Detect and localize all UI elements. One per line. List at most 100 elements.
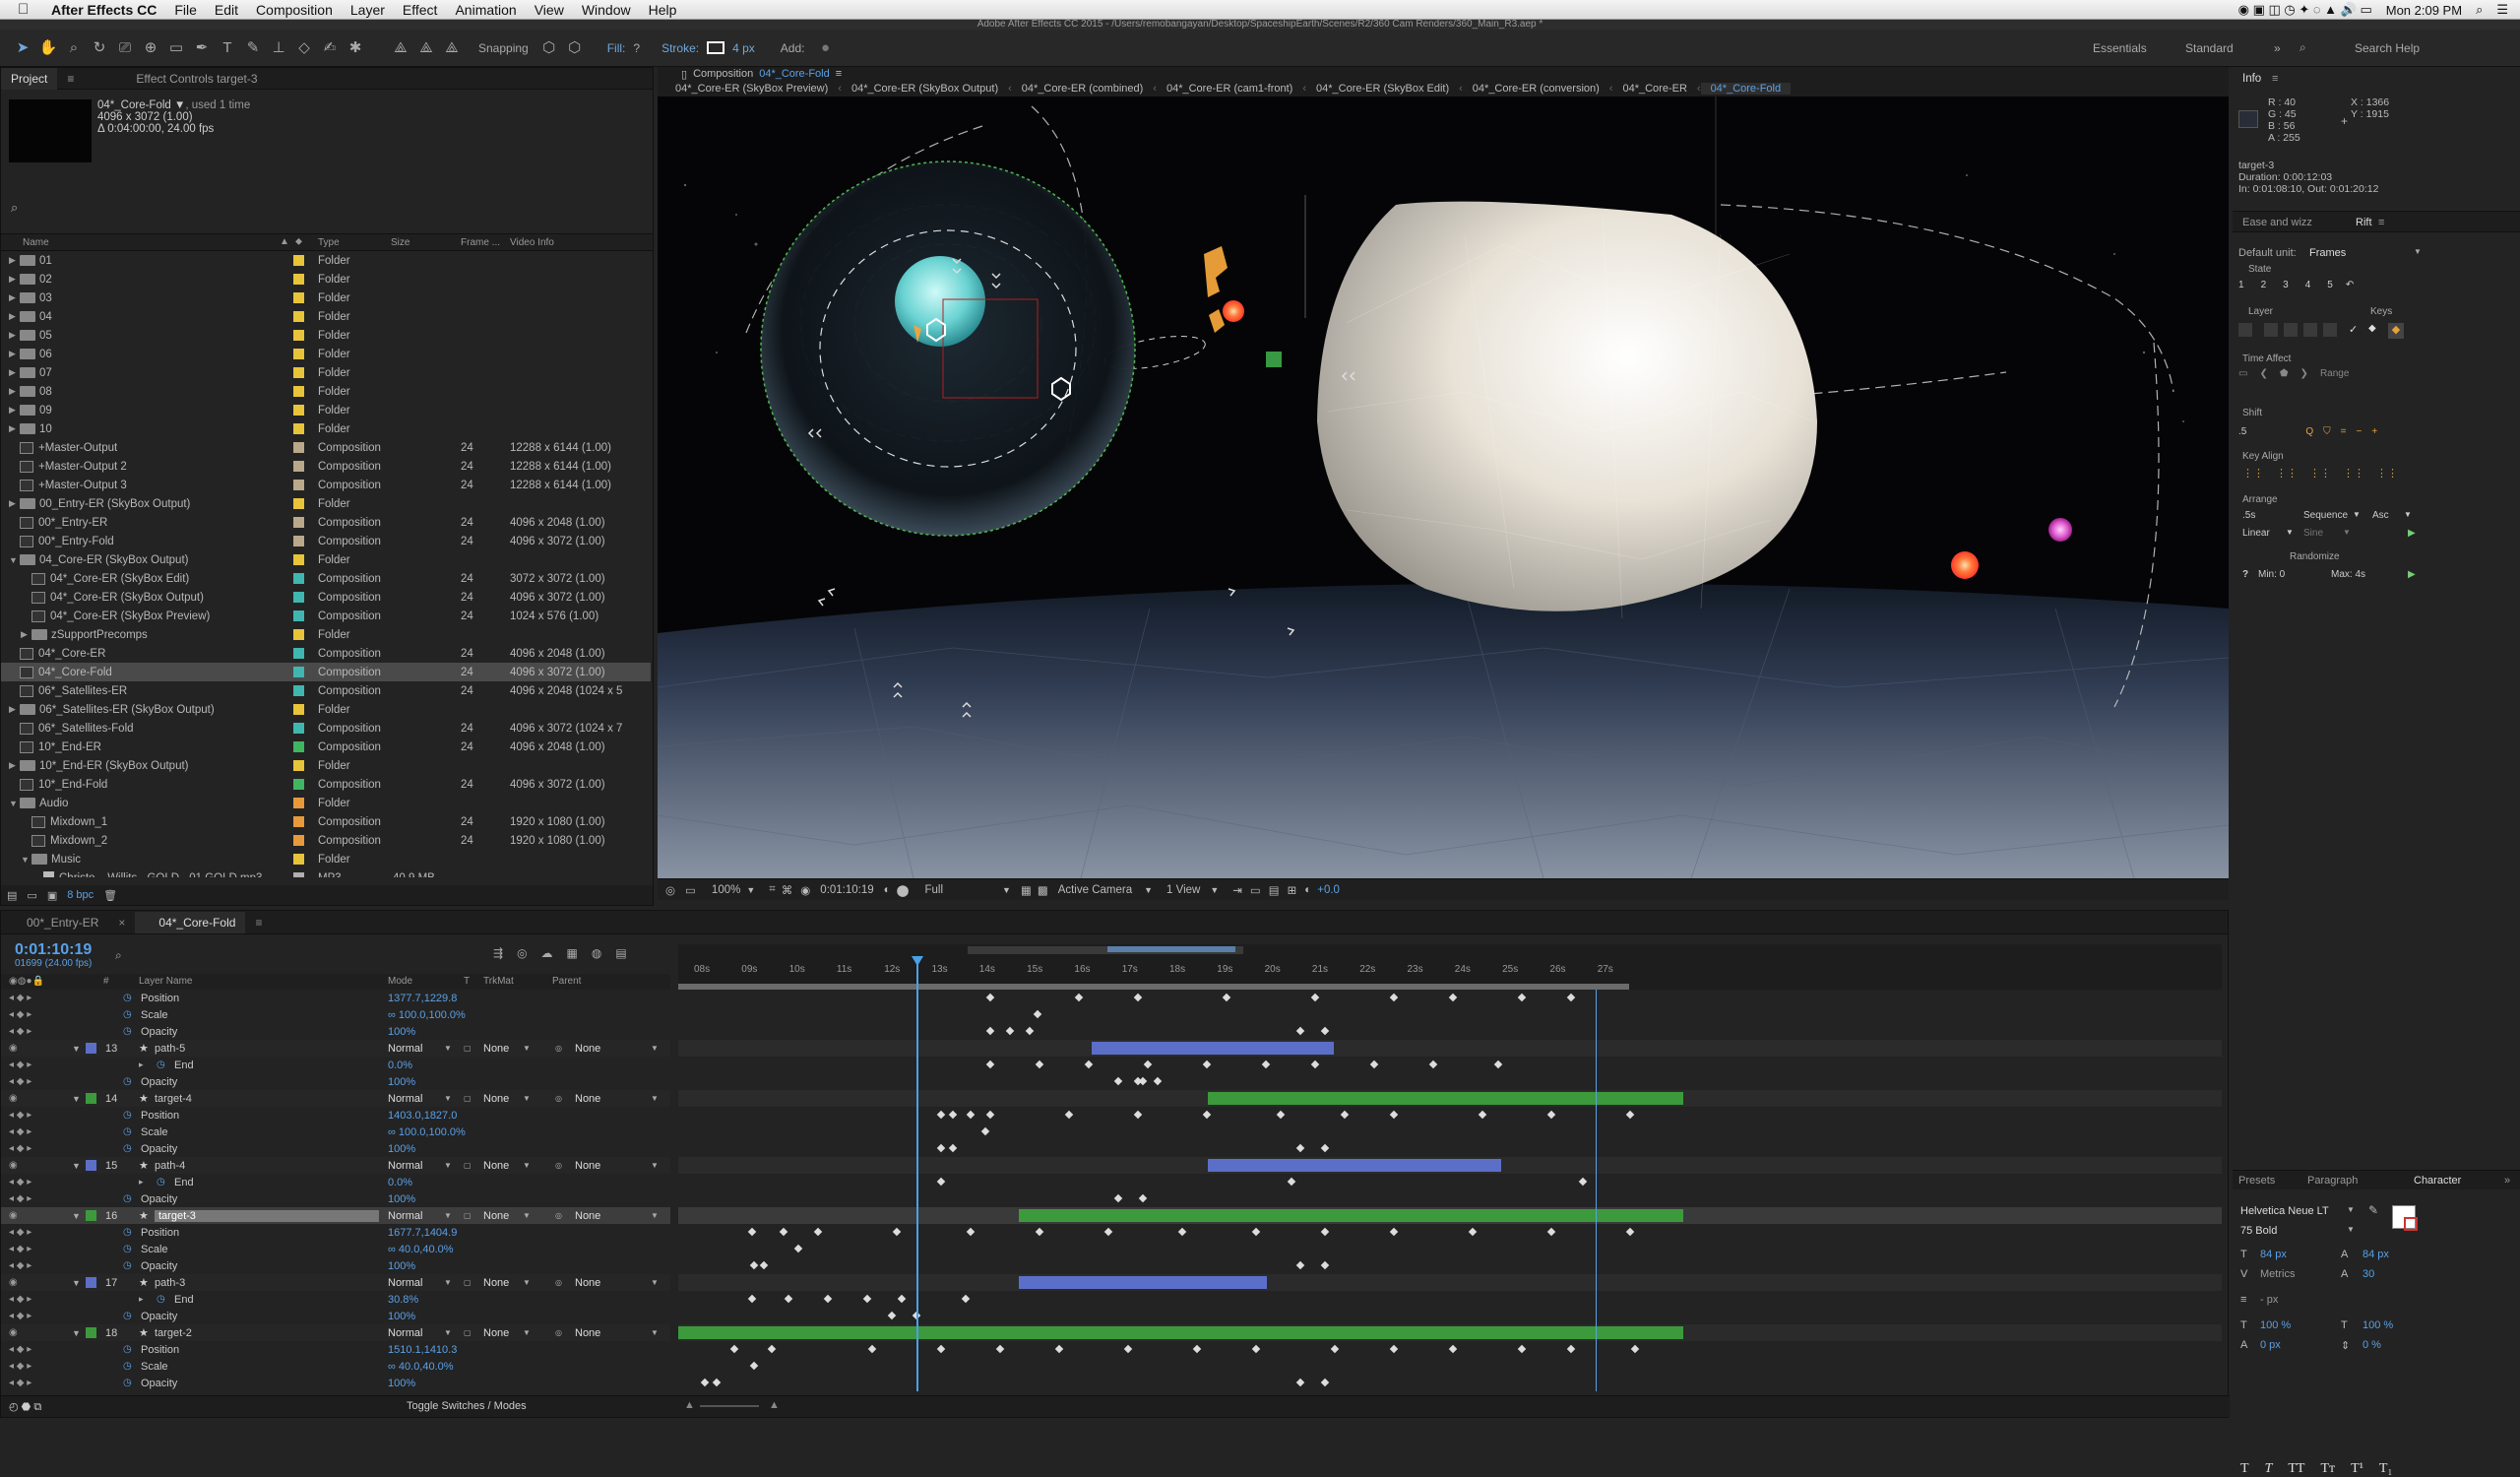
property-row[interactable]: ◂ ◆ ▸ ◷ Opacity 100% [1,1190,670,1207]
label-color[interactable] [293,480,304,490]
default-unit-select[interactable]: Frames [2309,247,2346,259]
time-ruler[interactable]: 08s 09s 10s 11s 12s 13s 14s 15s 16s 17s 18s 19s 20s 2… [678,944,2222,990]
align-spread-icon[interactable]: ⋮⋮ [2376,467,2398,480]
keyframe-icon[interactable] [1517,993,1527,1002]
property-value[interactable]: 100% [388,1143,415,1155]
property-value[interactable]: 100% [388,1026,415,1038]
character-more-icon[interactable]: » [2504,1175,2510,1187]
align-right-icon[interactable]: ⋮⋮ [2309,467,2331,480]
track-row[interactable] [678,1375,2222,1391]
keyframe-icon[interactable] [1033,1009,1042,1019]
stopwatch-icon[interactable]: ◷ [157,1177,165,1188]
project-item[interactable]: ▶ 00_Entry-ER (SkyBox Output) Folder [1,494,651,513]
randomize-help-icon[interactable]: ? [2242,569,2248,580]
project-item[interactable]: ▶ 06*_Satellites-ER (SkyBox Output) Folder [1,700,651,719]
expand-layer-switches-icon[interactable]: ◴ ⬣ ⧉ [9,1400,41,1414]
label-color[interactable] [293,610,304,621]
keyframe-icon[interactable] [1428,1060,1438,1069]
disclosure-closed-icon[interactable]: ▶ [9,405,20,416]
pan-behind-tool-icon[interactable]: ⊕ [138,35,163,61]
trkmat-select[interactable]: None [483,1277,509,1289]
col-t[interactable]: T [464,976,470,987]
stroke-swatch[interactable] [707,41,725,54]
shift-plus-icon[interactable]: + [2371,426,2377,437]
project-item[interactable]: Mixdown_1 Composition 24 1920 x 1080 (1.00) [1,812,651,831]
default-unit-chevron-icon[interactable]: ▼ [2414,247,2422,256]
project-item[interactable]: 04*_Core-ER (SkyBox Preview) Composition 2… [1,607,651,625]
label-color[interactable] [293,442,304,453]
zoom-navigator[interactable] [1107,946,1235,952]
label-color[interactable] [293,592,304,603]
new-comp-icon[interactable]: ▣ [47,889,57,902]
interpret-footage-icon[interactable]: ▤ [7,889,17,902]
keyframe-icon[interactable] [892,1227,902,1237]
layer-duration-bar[interactable] [1019,1276,1267,1289]
property-row[interactable]: ◂ ◆ ▸ ◷ ▸ End 0.0% [1,1057,670,1073]
show-channel-icon[interactable]: ⬤ [897,883,910,897]
stopwatch-icon[interactable]: ◷ [123,1227,132,1238]
timeline-tracks[interactable] [678,990,2222,1391]
time-affect-pin-icon[interactable]: ⬟ [2280,368,2289,379]
tab-rift[interactable]: Rift [2356,217,2372,228]
parent-pickwhip-icon[interactable]: ◎ [555,1328,562,1337]
project-item[interactable]: ▼ Audio Folder [1,794,651,812]
keyframe-icon[interactable] [1546,1227,1556,1237]
track-row[interactable] [678,1241,2222,1257]
project-item[interactable]: ▶ 07 Folder [1,363,651,382]
shift-minus-icon[interactable]: − [2356,426,2362,437]
layer-duration-bar[interactable] [1208,1092,1683,1105]
label-color[interactable] [293,330,304,341]
keyframe-icon[interactable] [1320,1378,1330,1387]
keyframe-icon[interactable] [1566,1344,1576,1354]
blend-mode-select[interactable]: Normal [388,1160,422,1172]
tsume[interactable]: 0 % [2362,1339,2381,1351]
apple-menu-icon[interactable]:  [18,1,37,18]
layer-label-color[interactable] [86,1327,96,1338]
align-stagger-icon[interactable]: ⋮⋮ [2343,467,2364,480]
layer-name[interactable]: path-3 [155,1277,185,1289]
leading[interactable]: 84 px [2362,1249,2389,1260]
project-item[interactable]: ▶ 09 Folder [1,401,651,419]
property-value[interactable]: 1403.0,1827.0 [388,1110,457,1122]
keyframe-icon[interactable] [784,1294,793,1304]
keyframe-icon[interactable] [1113,1076,1123,1086]
property-value[interactable]: 100% [388,1260,415,1272]
align-left-icon[interactable]: ⋮⋮ [2242,467,2264,480]
keyframe-icon[interactable] [1025,1026,1035,1036]
property-value[interactable]: 100% [388,1193,415,1205]
keyframe-icon[interactable] [1493,1060,1503,1069]
keyframe-icon[interactable] [966,1110,976,1120]
shy-layers-icon[interactable]: ☁ [541,946,553,960]
trkmat-select[interactable]: None [483,1160,509,1172]
item-name[interactable]: 04*_Core-Fold ▼ [97,99,185,111]
kerning[interactable]: Metrics [2260,1268,2295,1280]
status-icons[interactable]: ◉ ▣ ◫ ◷ ✦ ◌ ▲ 🔊 ▭ [2238,2,2372,18]
toggle-pixel-aspect-icon[interactable]: ⇥ [1232,883,1242,897]
col-layer-name[interactable]: Layer Name [139,976,192,987]
keyframe-icon[interactable] [1369,1060,1379,1069]
keyframe-nav-icon[interactable]: ◂ ◆ ▸ [9,1110,32,1121]
stopwatch-icon[interactable]: ◷ [157,1294,165,1305]
keyframe-icon[interactable] [1261,1060,1271,1069]
sine-chevron-icon[interactable]: ▼ [2343,528,2351,537]
label-color[interactable] [293,274,304,285]
stopwatch-icon[interactable]: ◷ [123,1143,132,1154]
zoom-slider[interactable] [700,1405,759,1407]
parent-chevron-icon[interactable]: ▼ [651,1211,659,1220]
property-row[interactable]: ◂ ◆ ▸ ◷ Position 1510.1,1410.3 [1,1341,670,1358]
keyframe-icon[interactable] [1517,1344,1527,1354]
keyframe-icon[interactable] [936,1143,946,1153]
keyframe-icon[interactable] [1064,1110,1074,1120]
parent-chevron-icon[interactable]: ▼ [651,1161,659,1170]
parent-select[interactable]: None [575,1043,600,1055]
keyframe-icon[interactable] [887,1311,897,1320]
project-item[interactable]: ▶ 03 Folder [1,289,651,307]
keyframe-icon[interactable] [1251,1227,1261,1237]
label-color[interactable] [293,723,304,734]
layer-btn-5[interactable] [2323,323,2337,337]
camera-snapshot-icon[interactable]: ◐ [884,884,891,896]
property-twirl-icon[interactable]: ▸ [139,1060,144,1070]
keyframe-nav-icon[interactable]: ◂ ◆ ▸ [9,1311,32,1321]
pen-tool-icon[interactable]: ✒ [189,35,215,61]
draft-3d-icon[interactable]: ◎ [517,946,527,960]
